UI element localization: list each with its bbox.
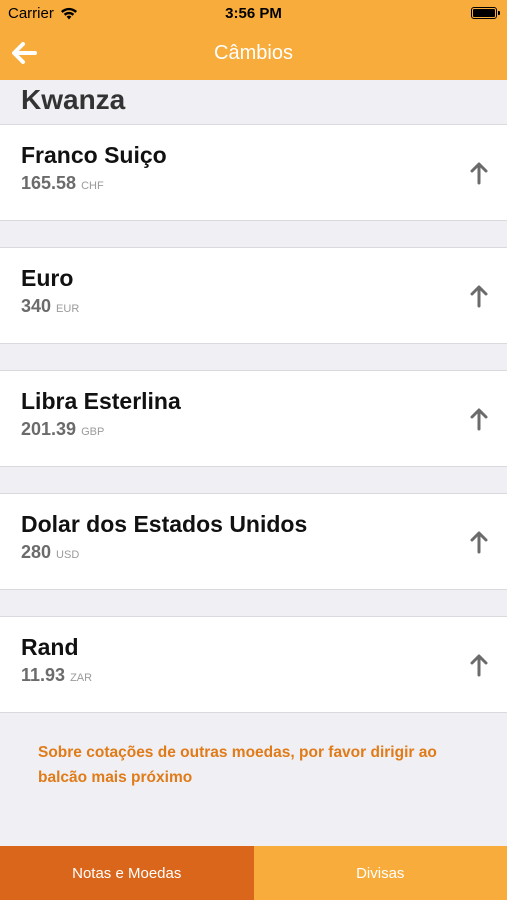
currency-code: GBP	[81, 426, 105, 438]
currency-name: Libra Esterlina	[21, 388, 181, 414]
other-currencies-note: Sobre cotações de outras moedas, por fav…	[38, 744, 437, 786]
currency-code: ZAR	[70, 672, 93, 684]
exchange-rate-list: Franco Suiço 165.58 CHF Euro 340 EUR Libra…	[0, 124, 507, 739]
arrow-up-icon	[470, 408, 488, 431]
currency-code: USD	[56, 549, 80, 561]
currency-code: CHF	[81, 180, 104, 192]
page-title: Câmbios	[214, 42, 293, 64]
tab-notas-e-moedas[interactable]: Notas e Moedas	[0, 846, 254, 900]
rate-value: 201.39 GBP	[21, 419, 105, 439]
currency-name: Dolar dos Estados Unidos	[21, 511, 308, 537]
section-title: Kwanza	[21, 84, 126, 115]
rate-row-eur[interactable]: Euro 340 EUR	[0, 247, 507, 344]
arrow-up-icon	[470, 654, 488, 677]
rate-row-zar[interactable]: Rand 11.93 ZAR	[0, 616, 507, 713]
rate-value: 165.58 CHF	[21, 173, 104, 193]
currency-name: Rand	[21, 634, 79, 660]
rate-row-usd[interactable]: Dolar dos Estados Unidos 280 USD	[0, 493, 507, 590]
currency-name: Franco Suiço	[21, 142, 167, 168]
rate-row-chf[interactable]: Franco Suiço 165.58 CHF	[0, 124, 507, 221]
status-time: 3:56 PM	[225, 5, 282, 22]
arrow-up-icon	[470, 162, 488, 185]
rate-value: 280 USD	[21, 542, 80, 562]
tab-bar: Notas e Moedas Divisas	[0, 846, 507, 900]
currency-code: EUR	[56, 303, 80, 315]
currency-name: Euro	[21, 265, 74, 291]
status-bar: Carrier 3:56 PM	[0, 0, 507, 28]
arrow-up-icon	[470, 285, 488, 308]
rate-value: 340 EUR	[21, 296, 80, 316]
rate-row-gbp[interactable]: Libra Esterlina 201.39 GBP	[0, 370, 507, 467]
nav-bar: Câmbios	[0, 28, 507, 80]
battery-icon	[471, 7, 500, 19]
tab-divisas[interactable]: Divisas	[253, 846, 507, 900]
rate-value: 11.93 ZAR	[21, 665, 93, 685]
arrow-up-icon	[470, 531, 488, 554]
